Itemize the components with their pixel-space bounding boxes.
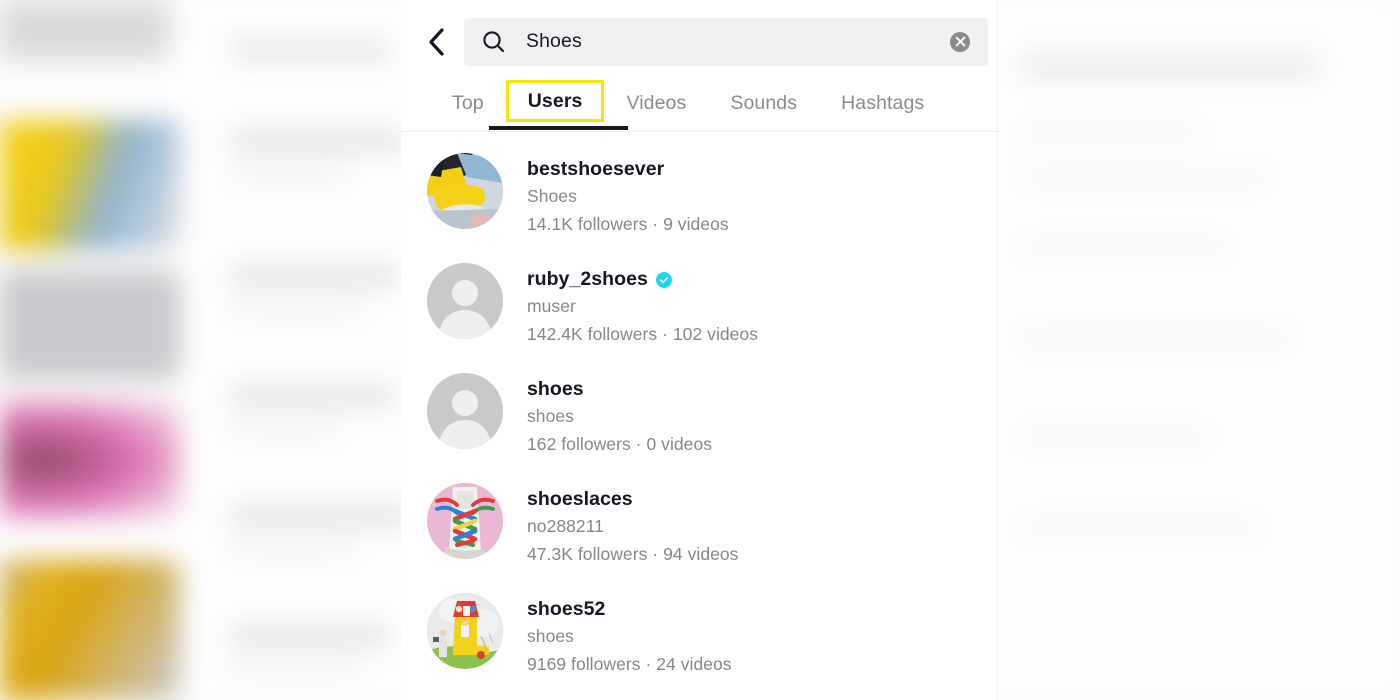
- username-line: shoes: [527, 377, 712, 402]
- avatar[interactable]: [427, 263, 503, 339]
- username-line: bestshoesever: [527, 157, 729, 182]
- search-overlay-panel: Shoes Top Users Videos Sounds Hashtags b…: [401, 0, 998, 700]
- cartoon-boot-photo-icon: [427, 593, 503, 669]
- rainbow-laces-photo-icon: [427, 483, 503, 559]
- tab-videos-label: Videos: [626, 92, 687, 114]
- tab-users[interactable]: Users: [488, 80, 629, 130]
- tab-users-label: Users: [527, 90, 583, 112]
- active-tab-underline: [488, 126, 629, 130]
- nickname: shoes: [527, 406, 574, 426]
- tab-videos[interactable]: Videos: [626, 83, 686, 115]
- default-person-avatar-icon: [427, 373, 503, 449]
- user-result-row[interactable]: bestshoesever Shoes 14.1K followers · 9 …: [401, 142, 998, 252]
- default-person-avatar-icon: [427, 263, 503, 339]
- avatar[interactable]: [427, 593, 503, 669]
- user-stats: 9169 followers · 24 videos: [527, 654, 732, 674]
- username: shoeslaces: [527, 488, 633, 510]
- clear-search-button[interactable]: [950, 31, 970, 52]
- user-result-row[interactable]: shoes shoes 162 followers · 0 videos: [401, 362, 998, 472]
- search-input[interactable]: Shoes: [464, 17, 988, 66]
- tab-top-label: Top: [452, 92, 484, 114]
- username-line: ruby_2shoes: [527, 267, 758, 292]
- tab-sounds[interactable]: Sounds: [730, 83, 797, 115]
- user-result-row[interactable]: ruby_2shoes muser 142.4K followers · 102…: [401, 252, 998, 362]
- user-info: shoeslaces no288211 47.3K followers · 94…: [527, 482, 738, 568]
- user-info: bestshoesever Shoes 14.1K followers · 9 …: [527, 152, 729, 238]
- username: bestshoesever: [527, 158, 665, 180]
- nickname: Shoes: [527, 186, 577, 206]
- user-stats: 47.3K followers · 94 videos: [527, 544, 739, 564]
- sneakers-photo-icon: [427, 153, 503, 229]
- user-info: shoes shoes 162 followers · 0 videos: [527, 372, 712, 458]
- search-header: Shoes: [401, 0, 998, 83]
- back-button[interactable]: [415, 20, 459, 64]
- user-info: shoes52 shoes 9169 followers · 24 videos: [527, 592, 732, 678]
- avatar[interactable]: [427, 153, 503, 229]
- user-result-row[interactable]: shoeslaces no288211 47.3K followers · 94…: [401, 472, 998, 582]
- tab-hashtags[interactable]: Hashtags: [841, 83, 924, 115]
- avatar[interactable]: [427, 373, 503, 449]
- user-stats: 14.1K followers · 9 videos: [527, 214, 729, 234]
- user-stats: 142.4K followers · 102 videos: [527, 324, 759, 344]
- user-result-row[interactable]: shoes52 shoes 9169 followers · 24 videos: [401, 582, 998, 692]
- username-line: shoes52: [527, 597, 732, 622]
- tab-hashtags-label: Hashtags: [841, 92, 925, 114]
- username: shoes: [527, 378, 584, 400]
- search-icon: [482, 30, 505, 53]
- nickname: no288211: [527, 516, 604, 536]
- username: shoes52: [527, 598, 606, 620]
- user-results-list: bestshoesever Shoes 14.1K followers · 9 …: [401, 133, 998, 692]
- tab-top[interactable]: Top: [452, 83, 484, 115]
- verified-badge-icon: [655, 271, 672, 288]
- chevron-left-icon: [426, 27, 448, 57]
- avatar[interactable]: [427, 483, 503, 559]
- screen: Shoes Top Users Videos Sounds Hashtags b…: [0, 0, 1400, 700]
- username-line: shoeslaces: [527, 487, 738, 512]
- search-query-text: Shoes: [526, 30, 582, 52]
- username: ruby_2shoes: [527, 268, 648, 290]
- user-stats: 162 followers · 0 videos: [527, 434, 713, 454]
- user-info: ruby_2shoes muser 142.4K followers · 102…: [527, 262, 758, 348]
- tab-sounds-label: Sounds: [730, 92, 798, 114]
- tab-bar-divider: [401, 131, 998, 132]
- search-tab-bar: Top Users Videos Sounds Hashtags: [401, 80, 998, 131]
- nickname: shoes: [527, 626, 574, 646]
- nickname: muser: [527, 296, 576, 316]
